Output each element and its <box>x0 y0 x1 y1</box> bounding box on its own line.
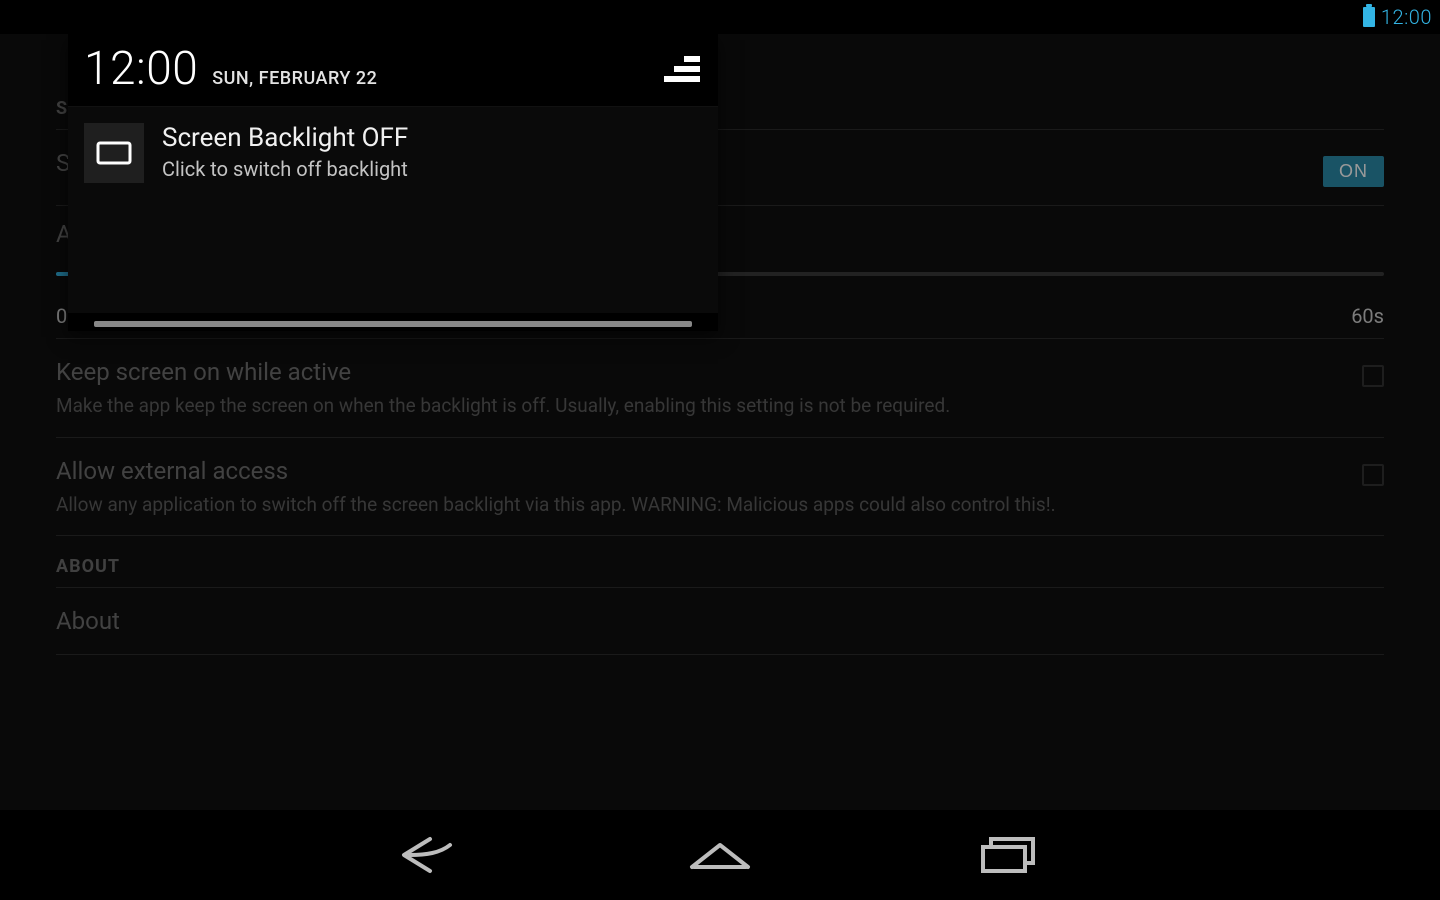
shade-header: 12:00 SUN, FEBRUARY 22 <box>68 34 718 106</box>
nav-back-button[interactable] <box>385 825 475 885</box>
row-external-access-title: Allow external access <box>56 456 1056 486</box>
row-keep-screen-on-title: Keep screen on while active <box>56 357 950 387</box>
notification-subtitle: Click to switch off backlight <box>162 157 408 181</box>
row-keep-screen-on[interactable]: Keep screen on while active Make the app… <box>56 339 1384 437</box>
status-clock: 12:00 <box>1381 5 1432 29</box>
shade-clock: 12:00 <box>84 42 198 96</box>
notification-shade[interactable]: 12:00 SUN, FEBRUARY 22 Screen Backlight … <box>68 34 718 331</box>
shade-empty-area <box>68 203 718 313</box>
row-external-access-summary: Allow any application to switch off the … <box>56 492 1056 518</box>
section-header-about: ABOUT <box>56 536 1384 587</box>
toggle-on-button[interactable]: ON <box>1323 156 1384 187</box>
checkbox-external-access[interactable] <box>1362 464 1384 486</box>
navigation-bar <box>0 810 1440 900</box>
battery-icon <box>1363 7 1375 27</box>
divider <box>56 654 1384 655</box>
checkbox-keep-screen-on[interactable] <box>1362 365 1384 387</box>
nav-recent-button[interactable] <box>965 825 1055 885</box>
shade-date: SUN, FEBRUARY 22 <box>212 68 377 89</box>
notification-title: Screen Backlight OFF <box>162 123 408 153</box>
status-bar: 12:00 <box>0 0 1440 34</box>
slider-max-label: 60s <box>1351 304 1384 328</box>
row-about[interactable]: About <box>56 588 1384 654</box>
nav-home-button[interactable] <box>675 825 765 885</box>
quick-settings-icon[interactable] <box>662 54 702 84</box>
notification-item[interactable]: Screen Backlight OFF Click to switch off… <box>68 106 718 203</box>
backlight-off-icon <box>84 123 144 183</box>
row-keep-screen-on-summary: Make the app keep the screen on when the… <box>56 393 950 419</box>
row-about-title: About <box>56 606 120 636</box>
shade-drag-handle[interactable] <box>68 317 718 331</box>
row-external-access[interactable]: Allow external access Allow any applicat… <box>56 438 1384 536</box>
